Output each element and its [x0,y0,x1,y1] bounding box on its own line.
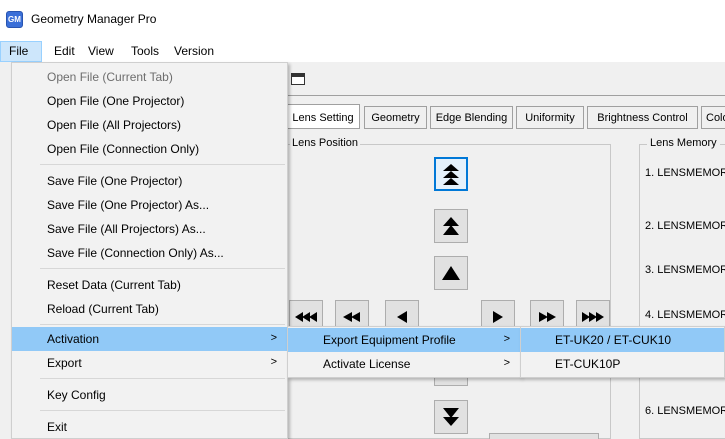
menu-item-open-connection-only[interactable]: Open File (Connection Only) [12,137,287,161]
app-icon: GM [6,11,23,28]
triple-up-arrow-icon [443,164,459,185]
menu-separator [40,410,285,411]
menu-file[interactable]: File [0,41,42,62]
menu-item-open-one-projector[interactable]: Open File (One Projector) [12,89,287,113]
menu-item-exit[interactable]: Exit [12,415,287,439]
lens-up-medium-button[interactable] [434,209,468,243]
triple-left-arrow-icon [295,312,317,322]
tab-lens-setting[interactable]: Lens Setting [286,104,360,129]
double-up-arrow-icon [443,217,459,235]
right-arrow-icon [493,311,503,323]
file-menu: Open File (Current Tab) Open File (One P… [11,62,288,439]
window-title: Geometry Manager Pro [31,12,157,26]
double-right-arrow-icon [539,312,556,322]
window-icon[interactable] [291,73,305,85]
tab-edge-blending[interactable]: Edge Blending [430,106,513,129]
menu-item-activation[interactable]: Activation > [12,327,287,351]
lens-memory-label: Lens Memory [647,137,720,149]
lens-memory-item[interactable]: 3. LENSMEMOR [645,264,725,276]
title-bar: GM Geometry Manager Pro [0,0,725,40]
menu-item-activate-license[interactable]: Activate License > [288,352,520,376]
double-down-arrow-icon [443,408,459,426]
activation-submenu: Export Equipment Profile > Activate Licen… [287,326,521,378]
menu-item-et-uk20-et-cuk10[interactable]: ET-UK20 / ET-CUK10 [521,328,724,352]
menu-item-open-current-tab: Open File (Current Tab) [47,70,173,84]
lens-down-medium-button[interactable] [434,400,468,434]
menu-item-et-cuk10p[interactable]: ET-CUK10P [521,352,724,376]
menu-separator [40,164,285,165]
menu-item-export-equipment-profile[interactable]: Export Equipment Profile > [288,328,520,352]
chevron-right-icon: > [270,332,277,344]
menu-separator [40,324,285,325]
tab-geometry[interactable]: Geometry [364,106,427,129]
tab-brightness-control[interactable]: Brightness Control [587,106,698,129]
menu-view[interactable]: View [88,44,114,58]
export-profile-submenu: ET-UK20 / ET-CUK10 ET-CUK10P [520,326,725,378]
lens-memory-item[interactable]: 1. LENSMEMOR [645,167,725,179]
lens-memory-item[interactable]: 2. LENSMEMOR [645,220,725,232]
menu-item-save-all-projectors-as[interactable]: Save File (All Projectors) As... [12,217,287,241]
menu-item-reset-data[interactable]: Reset Data (Current Tab) [12,273,287,297]
menu-separator [40,268,285,269]
lens-up-button[interactable] [434,256,468,290]
lens-memory-item[interactable]: 6. LENSMEMOR [645,405,725,417]
menu-edit[interactable]: Edit [54,44,75,58]
menu-item-export[interactable]: Export > [12,351,287,375]
chevron-right-icon: > [270,356,277,368]
menu-item-reload[interactable]: Reload (Current Tab) [12,297,287,321]
lens-memory-group [639,144,725,439]
tab-color[interactable]: Colo [701,106,725,129]
menu-separator [40,378,285,379]
chevron-right-icon: > [503,357,510,369]
menu-item-save-one-projector-as[interactable]: Save File (One Projector) As... [12,193,287,217]
menu-bar: File Edit View Tools Version [0,41,725,62]
lens-position-label: Lens Position [290,137,361,149]
menu-item-save-connection-only-as[interactable]: Save File (Connection Only) As... [12,241,287,265]
lens-memory-item[interactable]: 4. LENSMEMOR [645,309,725,321]
menu-item-key-config[interactable]: Key Config [12,383,287,407]
menu-tools[interactable]: Tools [131,44,159,58]
menu-item-save-one-projector[interactable]: Save File (One Projector) [12,169,287,193]
left-arrow-icon [397,311,407,323]
double-left-arrow-icon [343,312,360,322]
lens-control-button[interactable] [489,433,599,439]
tab-uniformity[interactable]: Uniformity [516,106,584,129]
lens-up-fast-button[interactable] [434,157,468,191]
triple-right-arrow-icon [582,312,604,322]
menu-item-open-all-projectors[interactable]: Open File (All Projectors) [12,113,287,137]
toolbar-divider [288,95,725,96]
menu-version[interactable]: Version [174,44,214,58]
chevron-right-icon: > [503,333,510,345]
up-arrow-icon [442,266,460,280]
